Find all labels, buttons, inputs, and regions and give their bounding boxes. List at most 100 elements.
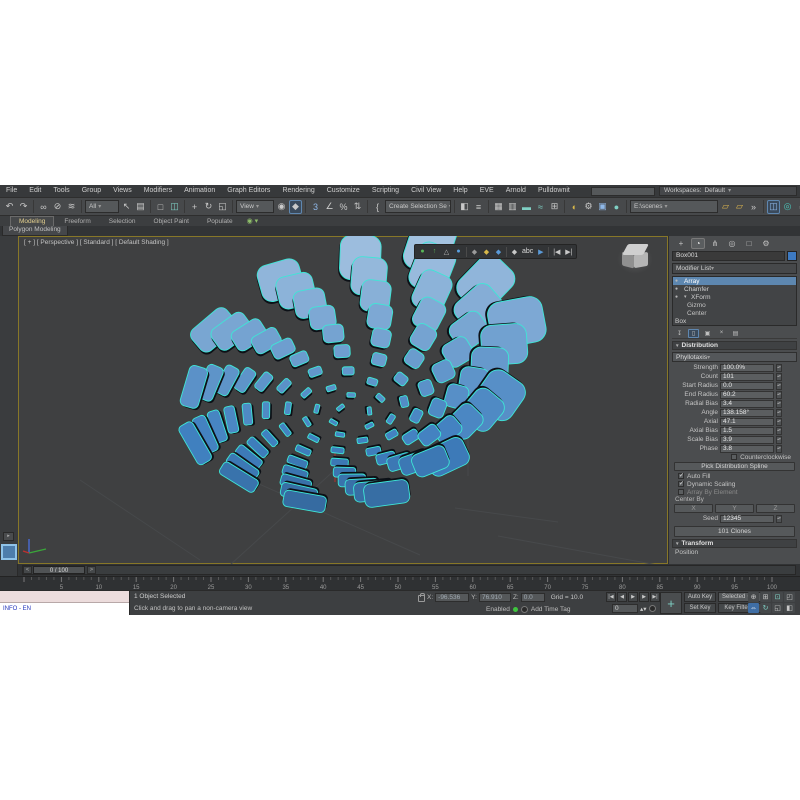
- menu-pulldownit[interactable]: Pulldownit: [532, 185, 576, 197]
- pin-selection-icon[interactable]: ↑: [429, 246, 440, 258]
- remove-modifier-icon[interactable]: ×: [716, 329, 727, 338]
- teapot-blue-icon[interactable]: ◆: [493, 246, 504, 258]
- expand-icon[interactable]: ▾: [684, 294, 689, 300]
- zoom-region-icon[interactable]: ◰: [784, 592, 795, 602]
- spinner-icon[interactable]: ▴▾: [776, 427, 782, 435]
- modifier-toggle-icon[interactable]: ●: [675, 278, 682, 284]
- current-frame-field[interactable]: 0: [612, 604, 638, 613]
- select-and-manipulate-icon[interactable]: ◆: [289, 200, 302, 214]
- isolate-selection-toggle-icon[interactable]: ●: [417, 246, 428, 258]
- pick-distribution-spline-button[interactable]: Pick Distribution Spline: [674, 462, 795, 471]
- ribbon-tab-modeling[interactable]: Modeling: [10, 216, 54, 227]
- stack-item-center[interactable]: Center: [673, 309, 796, 317]
- edit-named-selection-sets-icon[interactable]: {: [371, 200, 384, 214]
- array-clone-box[interactable]: [299, 387, 313, 401]
- open-folder-icon[interactable]: ▱: [733, 200, 746, 214]
- schematic-view-icon[interactable]: ⊞: [548, 200, 561, 214]
- menu-help[interactable]: Help: [447, 185, 473, 197]
- selection-lock-icon[interactable]: [418, 595, 425, 602]
- zoom-icon[interactable]: ⊕: [748, 592, 759, 602]
- array-clone-box[interactable]: [397, 394, 410, 409]
- menu-arnold[interactable]: Arnold: [500, 185, 532, 197]
- open-recent-icon[interactable]: ▱: [719, 200, 732, 214]
- select-and-link-icon[interactable]: ∞: [37, 200, 50, 214]
- array-clone-box[interactable]: [279, 421, 295, 438]
- array-clone-box[interactable]: [390, 370, 409, 389]
- array-clone-box[interactable]: [275, 378, 294, 397]
- spinner-icon[interactable]: ▴▾: [776, 391, 782, 399]
- view-cube[interactable]: [613, 238, 659, 278]
- next-frame-button[interactable]: >: [87, 566, 96, 574]
- spinner-icon[interactable]: ▴▾: [776, 418, 782, 426]
- array-clone-box[interactable]: [364, 419, 376, 429]
- show-end-result-icon[interactable]: ▯: [688, 329, 699, 338]
- project-folder-dropdown[interactable]: E:\scenes: [630, 200, 718, 213]
- menu-edit[interactable]: Edit: [23, 185, 47, 197]
- align-icon[interactable]: ≡: [472, 200, 485, 214]
- z-field[interactable]: 0.0: [521, 593, 545, 602]
- stack-item-array[interactable]: ●Array: [673, 277, 796, 285]
- listener-macro-line[interactable]: [0, 591, 129, 603]
- array-clone-box[interactable]: [307, 431, 322, 443]
- abc-label-icon[interactable]: abc: [521, 246, 534, 258]
- pan-icon[interactable]: ⇔: [748, 603, 759, 613]
- viewport-label[interactable]: [ + ] [ Perspective ] [ Standard ] [ Def…: [24, 239, 169, 246]
- prev-key-icon[interactable]: |◀: [551, 246, 562, 258]
- array-clone-box[interactable]: [284, 402, 294, 417]
- redo-icon[interactable]: ↷: [17, 200, 30, 214]
- workspaces-dropdown[interactable]: Workspaces: Default: [659, 186, 797, 196]
- stack-item-xform[interactable]: ●▾XForm: [673, 293, 796, 301]
- use-pivot-point-icon[interactable]: ◉: [275, 200, 288, 214]
- mini-curve-toggle[interactable]: [0, 564, 18, 576]
- render-production-icon[interactable]: ●: [610, 200, 623, 214]
- next-frame-icon[interactable]: ▶: [639, 592, 649, 602]
- param-field-start-radius[interactable]: 0.0: [720, 382, 774, 390]
- array-clone-box[interactable]: [341, 367, 354, 378]
- clones-button[interactable]: 101 Clones: [674, 526, 795, 537]
- reference-coordinate-dropdown[interactable]: View: [236, 200, 274, 213]
- select-object-icon[interactable]: ↖: [120, 200, 133, 214]
- array-clone-box[interactable]: [364, 376, 378, 388]
- zoom-all-icon[interactable]: ⊞: [760, 592, 771, 602]
- pin-blue-icon[interactable]: ●: [453, 246, 464, 258]
- array-clone-box[interactable]: [373, 392, 386, 405]
- tab-create[interactable]: +: [674, 238, 688, 249]
- array-clone-box[interactable]: [356, 434, 369, 443]
- spinner-icon[interactable]: ▴▾: [776, 400, 782, 408]
- menu-modifiers[interactable]: Modifiers: [138, 185, 178, 197]
- array-clone-box[interactable]: [365, 405, 372, 415]
- layer-explorer-icon[interactable]: ▥: [506, 200, 519, 214]
- array-clone-box[interactable]: [335, 404, 346, 415]
- set-key-button[interactable]: Set Key: [684, 603, 716, 613]
- orbit-icon[interactable]: ↻: [760, 603, 771, 613]
- ribbon-tab-populate[interactable]: Populate: [199, 217, 241, 226]
- fov-icon[interactable]: ◱: [772, 603, 783, 613]
- param-field-axial-bias[interactable]: 1.5: [720, 427, 774, 435]
- seed-field[interactable]: 12345: [720, 515, 774, 523]
- modifier-toggle-icon[interactable]: ●: [675, 294, 682, 300]
- render-setup-icon[interactable]: ⚙: [582, 200, 595, 214]
- scene-explorer-icon[interactable]: ▦: [492, 200, 505, 214]
- param-field-axial[interactable]: 47.1: [720, 418, 774, 426]
- teapot-yellow-icon[interactable]: ◆: [481, 246, 492, 258]
- zoom-extents-icon[interactable]: ⊡: [772, 592, 783, 602]
- array-clone-box[interactable]: [384, 411, 397, 425]
- checkbox-auto-fill[interactable]: [678, 473, 684, 479]
- menu-scripting[interactable]: Scripting: [366, 185, 405, 197]
- stack-item-box[interactable]: Box: [673, 317, 796, 325]
- menu-animation[interactable]: Animation: [178, 185, 221, 197]
- save-scene-icon[interactable]: ◫: [767, 200, 780, 214]
- select-and-rotate-icon[interactable]: ↻: [202, 200, 215, 214]
- array-clone-box[interactable]: [384, 426, 400, 441]
- param-field-count[interactable]: 101: [720, 373, 774, 381]
- maxscript-mini-listener[interactable]: INFO - EN: [0, 591, 130, 615]
- tab-display[interactable]: □: [742, 238, 756, 249]
- window-crossing-icon[interactable]: ◫: [168, 200, 181, 214]
- go-to-start-icon[interactable]: |◀: [606, 592, 616, 602]
- menu-eve[interactable]: EVE: [474, 185, 500, 197]
- spinner-icon[interactable]: ▴▾: [776, 445, 782, 453]
- select-and-scale-icon[interactable]: ◱: [216, 200, 229, 214]
- param-field-radial-bias[interactable]: 3.4: [720, 400, 774, 408]
- param-field-end-radius[interactable]: 60.2: [720, 391, 774, 399]
- mute-toggle-icon[interactable]: [521, 606, 528, 613]
